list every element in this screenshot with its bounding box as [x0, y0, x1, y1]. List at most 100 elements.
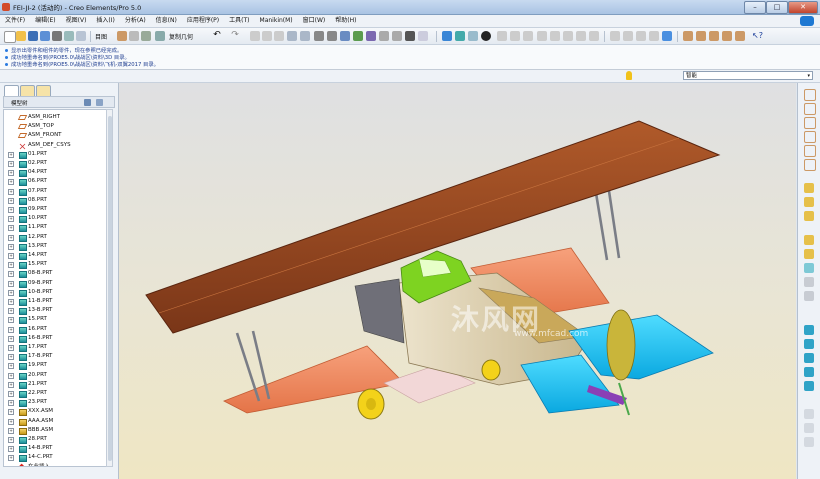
- datum-plane-tool-icon[interactable]: [804, 89, 816, 101]
- refit-icon[interactable]: [537, 31, 547, 41]
- datum-planes-icon[interactable]: [683, 31, 693, 41]
- menu-applications[interactable]: 应用程序(P): [182, 15, 224, 27]
- menu-edit[interactable]: 编辑(E): [30, 15, 60, 27]
- pan-icon[interactable]: [497, 31, 507, 41]
- minimize-button[interactable]: –: [744, 1, 766, 14]
- render-icon[interactable]: [353, 31, 363, 41]
- expand-toggle-icon[interactable]: +: [8, 455, 14, 462]
- new-file-icon[interactable]: [4, 31, 16, 43]
- saved-views-icon[interactable]: [563, 31, 573, 41]
- expand-toggle-icon[interactable]: +: [8, 271, 14, 278]
- analysis-tool-icon[interactable]: [804, 159, 816, 171]
- menu-tools[interactable]: 工具(T): [224, 15, 254, 27]
- annotation-display-icon[interactable]: [735, 31, 745, 41]
- chamfer-tool-icon[interactable]: [804, 277, 814, 287]
- datum-display-icon[interactable]: [442, 31, 452, 41]
- create-component-icon[interactable]: [804, 211, 814, 221]
- expand-toggle-icon[interactable]: +: [8, 363, 14, 370]
- expand-toggle-icon[interactable]: +: [8, 151, 14, 158]
- expand-toggle-icon[interactable]: +: [8, 280, 14, 287]
- regenerate-icon[interactable]: [287, 31, 297, 41]
- color-appearance-icon[interactable]: [366, 31, 376, 41]
- print-icon[interactable]: [52, 31, 62, 41]
- datum-curve-tool-icon[interactable]: [804, 117, 816, 129]
- assemble-tool-icon[interactable]: [804, 197, 814, 207]
- orient-icon[interactable]: [468, 31, 478, 41]
- menu-help[interactable]: 帮助(H): [330, 15, 361, 27]
- expand-toggle-icon[interactable]: +: [8, 243, 14, 250]
- datum-axes-icon[interactable]: [696, 31, 706, 41]
- help-center-icon[interactable]: [800, 16, 814, 26]
- expand-toggle-icon[interactable]: +: [8, 372, 14, 379]
- csys-tool-icon[interactable]: [804, 145, 816, 157]
- zoom-in-icon[interactable]: [510, 31, 520, 41]
- select-box-icon[interactable]: [327, 31, 337, 41]
- expand-toggle-icon[interactable]: +: [8, 317, 14, 324]
- expand-toggle-icon[interactable]: +: [8, 335, 14, 342]
- expand-toggle-icon[interactable]: +: [8, 326, 14, 333]
- tree-scrollbar[interactable]: [106, 109, 113, 467]
- paste-icon[interactable]: [141, 31, 151, 41]
- tree-settings-icon[interactable]: [84, 99, 91, 106]
- datum-points-icon[interactable]: [709, 31, 719, 41]
- undo-icon[interactable]: ↶: [212, 31, 222, 41]
- layer-icon[interactable]: [379, 31, 389, 41]
- open-folder-icon[interactable]: [16, 31, 26, 41]
- expand-toggle-icon[interactable]: +: [8, 345, 14, 351]
- hole-tool-icon[interactable]: [804, 235, 814, 245]
- copy2-icon[interactable]: [262, 31, 272, 41]
- menu-window[interactable]: 窗口(W): [298, 15, 331, 27]
- regenerate-manager-icon[interactable]: [300, 31, 310, 41]
- csys-display-icon[interactable]: [722, 31, 732, 41]
- datum-axis-tool-icon[interactable]: [804, 103, 816, 115]
- shaded-icon[interactable]: [623, 31, 633, 41]
- expand-toggle-icon[interactable]: +: [8, 170, 14, 177]
- expand-toggle-icon[interactable]: +: [8, 253, 14, 259]
- solidify-tool-icon[interactable]: [804, 423, 814, 433]
- lightbulb-icon[interactable]: [626, 71, 632, 80]
- maximize-button[interactable]: □: [766, 1, 788, 14]
- merge-tool-icon[interactable]: [804, 339, 814, 349]
- reorient-icon[interactable]: [550, 31, 560, 41]
- expand-toggle-icon[interactable]: +: [8, 188, 14, 195]
- perspective-icon[interactable]: [662, 31, 672, 41]
- round-tool-icon[interactable]: [804, 263, 814, 273]
- menu-manikin[interactable]: Manikin(M): [255, 15, 298, 27]
- zoom-out-icon[interactable]: [523, 31, 533, 41]
- view-manager-icon[interactable]: [418, 31, 428, 41]
- retrieve-button[interactable]: 目图: [95, 32, 107, 41]
- wireframe-icon[interactable]: [576, 31, 586, 41]
- expand-toggle-icon[interactable]: +: [8, 437, 14, 443]
- display-style-icon[interactable]: [340, 31, 350, 41]
- menu-file[interactable]: 文件(F): [0, 15, 30, 27]
- scrollbar-thumb[interactable]: [108, 116, 112, 461]
- hidden-line-icon[interactable]: [589, 31, 599, 41]
- menu-info[interactable]: 信息(N): [151, 15, 182, 27]
- menu-insert[interactable]: 插入(I): [91, 15, 119, 27]
- expand-toggle-icon[interactable]: +: [8, 179, 14, 186]
- model-display-icon[interactable]: [649, 31, 659, 41]
- thicken-tool-icon[interactable]: [804, 409, 814, 419]
- copy-icon[interactable]: [129, 31, 139, 41]
- expand-toggle-icon[interactable]: +: [8, 400, 14, 407]
- expand-toggle-icon[interactable]: +: [8, 234, 14, 241]
- send-icon[interactable]: [76, 31, 86, 41]
- project-tool-icon[interactable]: [804, 437, 814, 447]
- enhanced-realism-icon[interactable]: [636, 31, 646, 41]
- selection-filter-dropdown[interactable]: 智能 ▾: [683, 71, 813, 80]
- close-button[interactable]: ✕: [788, 1, 818, 14]
- expand-toggle-icon[interactable]: +: [8, 418, 14, 425]
- expand-toggle-icon[interactable]: +: [8, 197, 14, 204]
- menu-analysis[interactable]: 分析(A): [120, 15, 151, 27]
- sketch-tool-icon[interactable]: [804, 183, 814, 193]
- email-icon[interactable]: [64, 31, 74, 41]
- hide-icon[interactable]: [392, 31, 402, 41]
- trim-tool-icon[interactable]: [804, 353, 814, 363]
- graphics-viewport[interactable]: 沐风网 www.mfcad.com: [119, 83, 796, 479]
- tree-show-icon[interactable]: [96, 99, 103, 106]
- expand-toggle-icon[interactable]: +: [8, 308, 14, 315]
- offset-tool-icon[interactable]: [804, 381, 814, 391]
- cut-icon[interactable]: [250, 31, 260, 41]
- shading-icon[interactable]: [481, 31, 491, 41]
- paste2-icon[interactable]: [274, 31, 284, 41]
